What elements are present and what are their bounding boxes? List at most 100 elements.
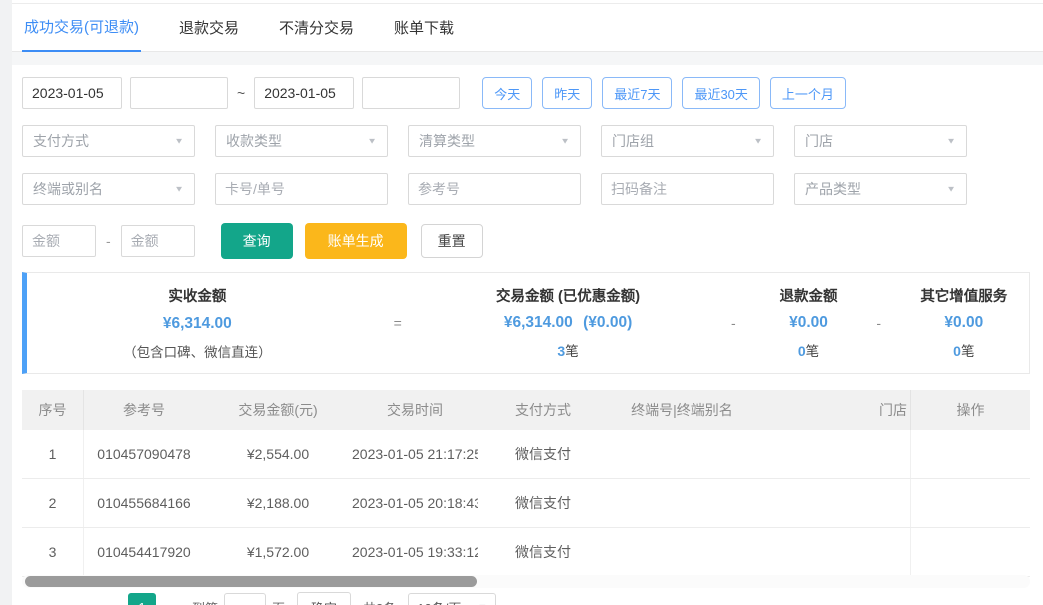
header-time: 交易时间: [387, 402, 443, 418]
table-row: 1 010457090478 ¥2,554.00 2023-01-05 21:1…: [22, 430, 1030, 479]
prev-page-icon[interactable]: ‹: [98, 593, 124, 605]
refund-count-number: 0: [797, 343, 806, 359]
receipt-type-select[interactable]: 收款类型 ▼: [215, 125, 388, 157]
summary-panel: 实收金额 ¥6,314.00 （包含口碑、微信直连） = 交易金额 (已优惠金额…: [22, 272, 1030, 374]
goto-prefix-label: 到第: [192, 598, 218, 605]
store-group-select[interactable]: 门店组 ▼: [601, 125, 774, 157]
cell-amount: ¥2,188.00: [246, 495, 310, 511]
tab-bill-download[interactable]: 账单下载: [392, 17, 456, 51]
refund-amount: ¥0.00: [789, 314, 828, 331]
goto-confirm-button[interactable]: 确定: [297, 592, 352, 605]
tab-refund-transactions[interactable]: 退款交易: [177, 17, 241, 51]
goto-page-input[interactable]: [224, 593, 267, 605]
generate-bill-button[interactable]: 账单生成: [304, 223, 407, 259]
settle-type-label: 清算类型: [419, 133, 475, 149]
text-filter-row: 终端或别名 ▼ 产品类型 ▼: [12, 173, 1043, 205]
minus-sign: -: [876, 315, 881, 331]
other-count-unit: 笔: [960, 344, 975, 359]
amount-min-input[interactable]: [22, 225, 96, 257]
select-filter-row: 支付方式 ▼ 收款类型 ▼ 清算类型 ▼ 门店组 ▼ 门店 ▼: [12, 125, 1043, 157]
tab-success-transactions[interactable]: 成功交易(可退款): [22, 16, 141, 52]
amount-separator: -: [106, 233, 111, 249]
tab-bar: 成功交易(可退款) 退款交易 不清分交易 账单下载: [12, 3, 1043, 52]
summary-refund: 退款金额 ¥0.00 0笔: [758, 285, 858, 361]
minus-sign: -: [731, 315, 736, 331]
terminal-or-alias-label: 终端或别名: [33, 181, 103, 197]
amount-action-row: - 查询 账单生成 重置: [12, 223, 1043, 259]
store-select[interactable]: 门店 ▼: [794, 125, 967, 157]
today-button[interactable]: 今天: [482, 77, 533, 109]
received-title: 实收金额: [168, 289, 227, 305]
start-time-input[interactable]: [130, 77, 228, 109]
receipt-type-label: 收款类型: [226, 133, 282, 149]
cell-actions: [910, 479, 1030, 527]
date-filter-row: ~ 今天 昨天 最近7天 最近30天 上一个月: [12, 77, 1043, 109]
pagination: ‹ 1 › 到第 页 确定 共3条 10条/页 ▼: [22, 592, 497, 605]
search-button[interactable]: 查询: [220, 223, 293, 259]
header-index: 序号: [22, 390, 84, 430]
last-month-button[interactable]: 上一个月: [769, 77, 846, 109]
pay-method-select[interactable]: 支付方式 ▼: [22, 125, 195, 157]
cell-pay-method: 微信支付: [515, 495, 571, 511]
reset-button[interactable]: 重置: [420, 224, 483, 258]
cell-actions: [910, 430, 1030, 478]
card-or-order-no-input[interactable]: [215, 173, 388, 205]
other-amount: ¥0.00: [944, 314, 984, 331]
filter-panel: ~ 今天 昨天 最近7天 最近30天 上一个月 支付方式 ▼ 收款类型 ▼ 清算…: [12, 65, 1043, 259]
trade-amount-main: ¥6,314.00: [503, 314, 573, 331]
chevron-down-icon: ▼: [367, 136, 377, 146]
header-amount: 交易金额(元): [238, 402, 318, 418]
last30days-button[interactable]: 最近30天: [682, 77, 760, 109]
transactions-table: 序号 参考号 交易金额(元) 交易时间 支付方式 终端号|终端别名 门店 操作 …: [22, 390, 1030, 577]
date-range-separator: ~: [237, 85, 246, 101]
header-actions: 操作: [910, 390, 1030, 430]
horizontal-scrollbar-thumb[interactable]: [25, 576, 477, 587]
left-gutter: [0, 0, 12, 605]
transactions-page: 成功交易(可退款) 退款交易 不清分交易 账单下载 ~ 今天 昨天 最近7天 最…: [0, 0, 1043, 605]
cell-index: 2: [22, 479, 84, 527]
end-date-input[interactable]: [254, 77, 355, 109]
yesterday-button[interactable]: 昨天: [542, 77, 593, 109]
chevron-down-icon: ▼: [560, 136, 570, 146]
next-page-icon[interactable]: ›: [160, 593, 186, 605]
cell-time: 2023-01-05 19:33:12: [352, 544, 478, 560]
product-type-label: 产品类型: [805, 181, 861, 197]
summary-other-services: 其它增值服务 ¥0.00 0笔: [899, 285, 1029, 361]
tab-unsettled-transactions[interactable]: 不清分交易: [277, 17, 356, 51]
other-count-number: 0: [953, 343, 961, 359]
last7days-button[interactable]: 最近7天: [602, 77, 673, 109]
end-time-input[interactable]: [362, 77, 461, 109]
store-group-label: 门店组: [612, 133, 654, 149]
cell-pay-method: 微信支付: [515, 544, 571, 560]
cell-reference-no: 010455684166: [97, 495, 191, 511]
pay-method-label: 支付方式: [33, 133, 89, 149]
start-date-input[interactable]: [22, 77, 122, 109]
store-label: 门店: [805, 133, 833, 149]
page-size-label: 10条/页: [417, 598, 461, 605]
page-1-button[interactable]: 1: [128, 593, 156, 605]
trade-amount-discount: (¥0.00): [583, 314, 633, 331]
trade-amount: ¥6,314.00 (¥0.00): [504, 314, 632, 332]
page-size-select[interactable]: 10条/页 ▼: [408, 593, 497, 605]
reference-no-input[interactable]: [408, 173, 581, 205]
terminal-or-alias-select[interactable]: 终端或别名 ▼: [22, 173, 195, 205]
trade-count: 3笔: [557, 340, 578, 361]
summary-received: 实收金额 ¥6,314.00 （包含口碑、微信直连）: [27, 285, 368, 361]
scan-remark-input[interactable]: [601, 173, 774, 205]
cell-index: 3: [22, 528, 84, 576]
product-type-select[interactable]: 产品类型 ▼: [794, 173, 967, 205]
total-count-label: 共3条: [363, 598, 396, 605]
trade-count-unit: 笔: [565, 344, 579, 359]
chevron-down-icon: ▼: [753, 136, 763, 146]
quick-date-buttons: 今天 昨天 最近7天 最近30天 上一个月: [482, 77, 846, 109]
amount-max-input[interactable]: [120, 225, 195, 257]
settle-type-select[interactable]: 清算类型 ▼: [408, 125, 581, 157]
header-reference-no: 参考号: [123, 402, 165, 418]
section-divider-band: [12, 52, 1043, 65]
refund-count-unit: 笔: [805, 344, 820, 359]
cell-actions: [910, 528, 1030, 576]
header-pay-method: 支付方式: [515, 402, 571, 418]
cell-reference-no: 010457090478: [97, 446, 191, 462]
header-terminal: 终端号|终端别名: [631, 402, 733, 418]
table-row: 2 010455684166 ¥2,188.00 2023-01-05 20:1…: [22, 479, 1030, 528]
